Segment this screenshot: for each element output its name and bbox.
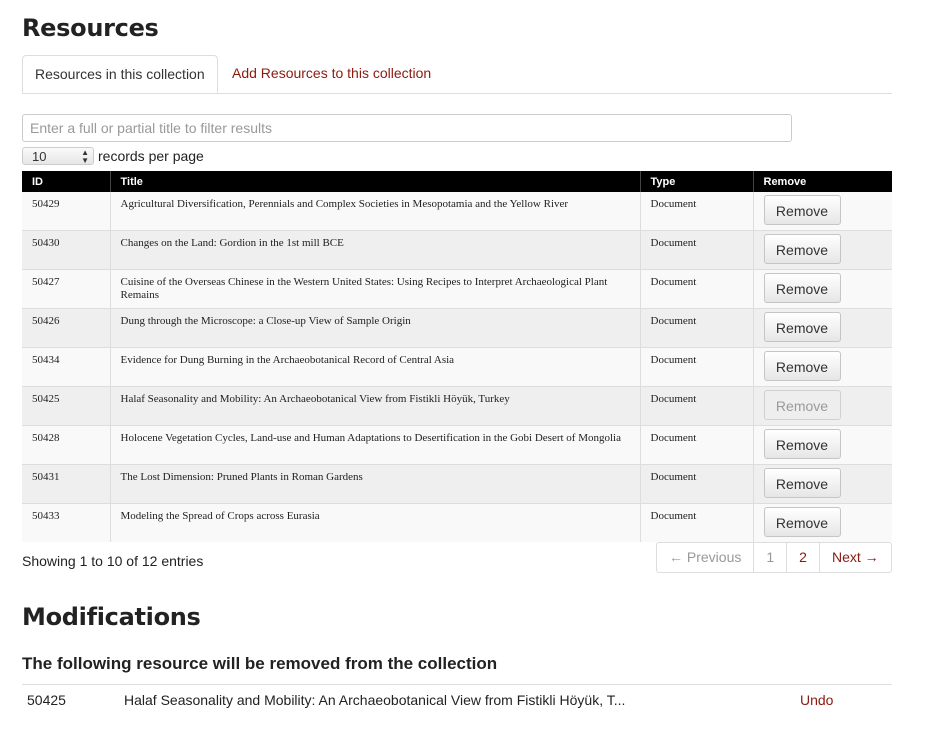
page-1-button[interactable]: 1: [753, 543, 786, 572]
records-per-page-value: 10: [32, 149, 47, 165]
pagination: ← Previous 1 2 Next →: [656, 542, 892, 573]
column-header-remove: Remove: [753, 171, 892, 192]
cell-type: Document: [640, 425, 754, 465]
table-row: 50425 Halaf Seasonality and Mobility: An …: [22, 386, 892, 426]
tab-resources-in-collection[interactable]: Resources in this collection: [22, 55, 218, 93]
cell-id: 50434: [22, 347, 111, 387]
cell-title: Evidence for Dung Burning in the Archaeo…: [110, 347, 641, 387]
records-per-page: 10 ▲ ▼ records per page: [22, 145, 204, 166]
remove-button[interactable]: Remove: [763, 273, 841, 303]
resources-table: ID Title Type Remove 50429 Agricultural D…: [22, 171, 892, 542]
resources-table-scroll[interactable]: ID Title Type Remove 50429 Agricultural D…: [22, 171, 892, 542]
column-header-title[interactable]: Title: [110, 171, 641, 192]
table-row: 50433 Modeling the Spread of Crops across…: [22, 503, 892, 542]
cell-remove: Remove: [753, 386, 892, 426]
table-row: 50426 Dung through the Microscope: a Clos…: [22, 308, 892, 348]
table-row: 50431 The Lost Dimension: Pruned Plants i…: [22, 464, 892, 504]
cell-remove: Remove: [753, 464, 892, 504]
cell-id: 50428: [22, 425, 111, 465]
cell-type: Document: [640, 192, 754, 231]
cell-remove: Remove: [753, 192, 892, 231]
cell-title: Agricultural Diversification, Perennials…: [110, 192, 641, 231]
remove-button[interactable]: Remove: [763, 429, 841, 459]
cell-title: The Lost Dimension: Pruned Plants in Rom…: [110, 464, 641, 504]
modification-id: 50425: [27, 692, 66, 708]
cell-remove: Remove: [753, 503, 892, 542]
table-header-row: ID Title Type Remove: [22, 171, 892, 192]
table-row: 50430 Changes on the Land: Gordion in the…: [22, 230, 892, 270]
remove-button[interactable]: Remove: [763, 195, 841, 225]
cell-remove: Remove: [753, 308, 892, 348]
cell-type: Document: [640, 269, 754, 309]
tab-bar: Resources in this collection Add Resourc…: [22, 55, 892, 94]
page-2-button[interactable]: 2: [786, 543, 819, 572]
cell-title: Modeling the Spread of Crops across Eura…: [110, 503, 641, 542]
column-header-type[interactable]: Type: [640, 171, 754, 192]
next-page-button[interactable]: Next →: [818, 543, 891, 572]
cell-type: Document: [640, 308, 754, 348]
modifications-heading: Modifications: [22, 603, 201, 631]
cell-type: Document: [640, 230, 754, 270]
cell-remove: Remove: [753, 230, 892, 270]
remove-button[interactable]: Remove: [763, 312, 841, 342]
column-header-id[interactable]: ID: [22, 171, 111, 192]
remove-button[interactable]: Remove: [763, 234, 841, 264]
tab-add-resources[interactable]: Add Resources to this collection: [220, 55, 443, 92]
cell-remove: Remove: [753, 269, 892, 309]
previous-page-button[interactable]: ← Previous: [657, 543, 753, 572]
cell-type: Document: [640, 347, 754, 387]
remove-button[interactable]: Remove: [763, 507, 841, 537]
cell-id: 50433: [22, 503, 111, 542]
modification-row: 50425 Halaf Seasonality and Mobility: An…: [22, 684, 892, 717]
cell-type: Document: [640, 503, 754, 542]
table-row: 50429 Agricultural Diversification, Peren…: [22, 192, 892, 231]
remove-button[interactable]: Remove: [763, 468, 841, 498]
remove-button[interactable]: Remove: [763, 351, 841, 381]
table-row: 50427 Cuisine of the Overseas Chinese in …: [22, 269, 892, 309]
cell-id: 50431: [22, 464, 111, 504]
remove-button: Remove: [763, 390, 841, 420]
records-per-page-label: records per page: [98, 148, 204, 165]
cell-id: 50426: [22, 308, 111, 348]
cell-title: Holocene Vegetation Cycles, Land-use and…: [110, 425, 641, 465]
table-row: 50434 Evidence for Dung Burning in the Ar…: [22, 347, 892, 387]
cell-type: Document: [640, 386, 754, 426]
stepper-arrows-icon: ▲ ▼: [81, 148, 89, 166]
cell-remove: Remove: [753, 347, 892, 387]
cell-title: Changes on the Land: Gordion in the 1st …: [110, 230, 641, 270]
cell-id: 50430: [22, 230, 111, 270]
entries-info: Showing 1 to 10 of 12 entries: [22, 553, 204, 569]
cell-remove: Remove: [753, 425, 892, 465]
cell-id: 50425: [22, 386, 111, 426]
records-per-page-select[interactable]: 10 ▲ ▼: [22, 147, 94, 166]
cell-title: Cuisine of the Overseas Chinese in the W…: [110, 269, 641, 309]
cell-id: 50427: [22, 269, 111, 309]
resources-heading: Resources: [22, 14, 159, 42]
undo-link[interactable]: Undo: [800, 685, 833, 715]
table-row: 50428 Holocene Vegetation Cycles, Land-us…: [22, 425, 892, 465]
cell-title: Halaf Seasonality and Mobility: An Archa…: [110, 386, 641, 426]
modification-title: Halaf Seasonality and Mobility: An Archa…: [124, 692, 626, 708]
cell-type: Document: [640, 464, 754, 504]
cell-id: 50429: [22, 192, 111, 231]
cell-title: Dung through the Microscope: a Close-up …: [110, 308, 641, 348]
modifications-subtitle: The following resource will be removed f…: [22, 654, 498, 673]
filter-input[interactable]: [22, 114, 792, 142]
